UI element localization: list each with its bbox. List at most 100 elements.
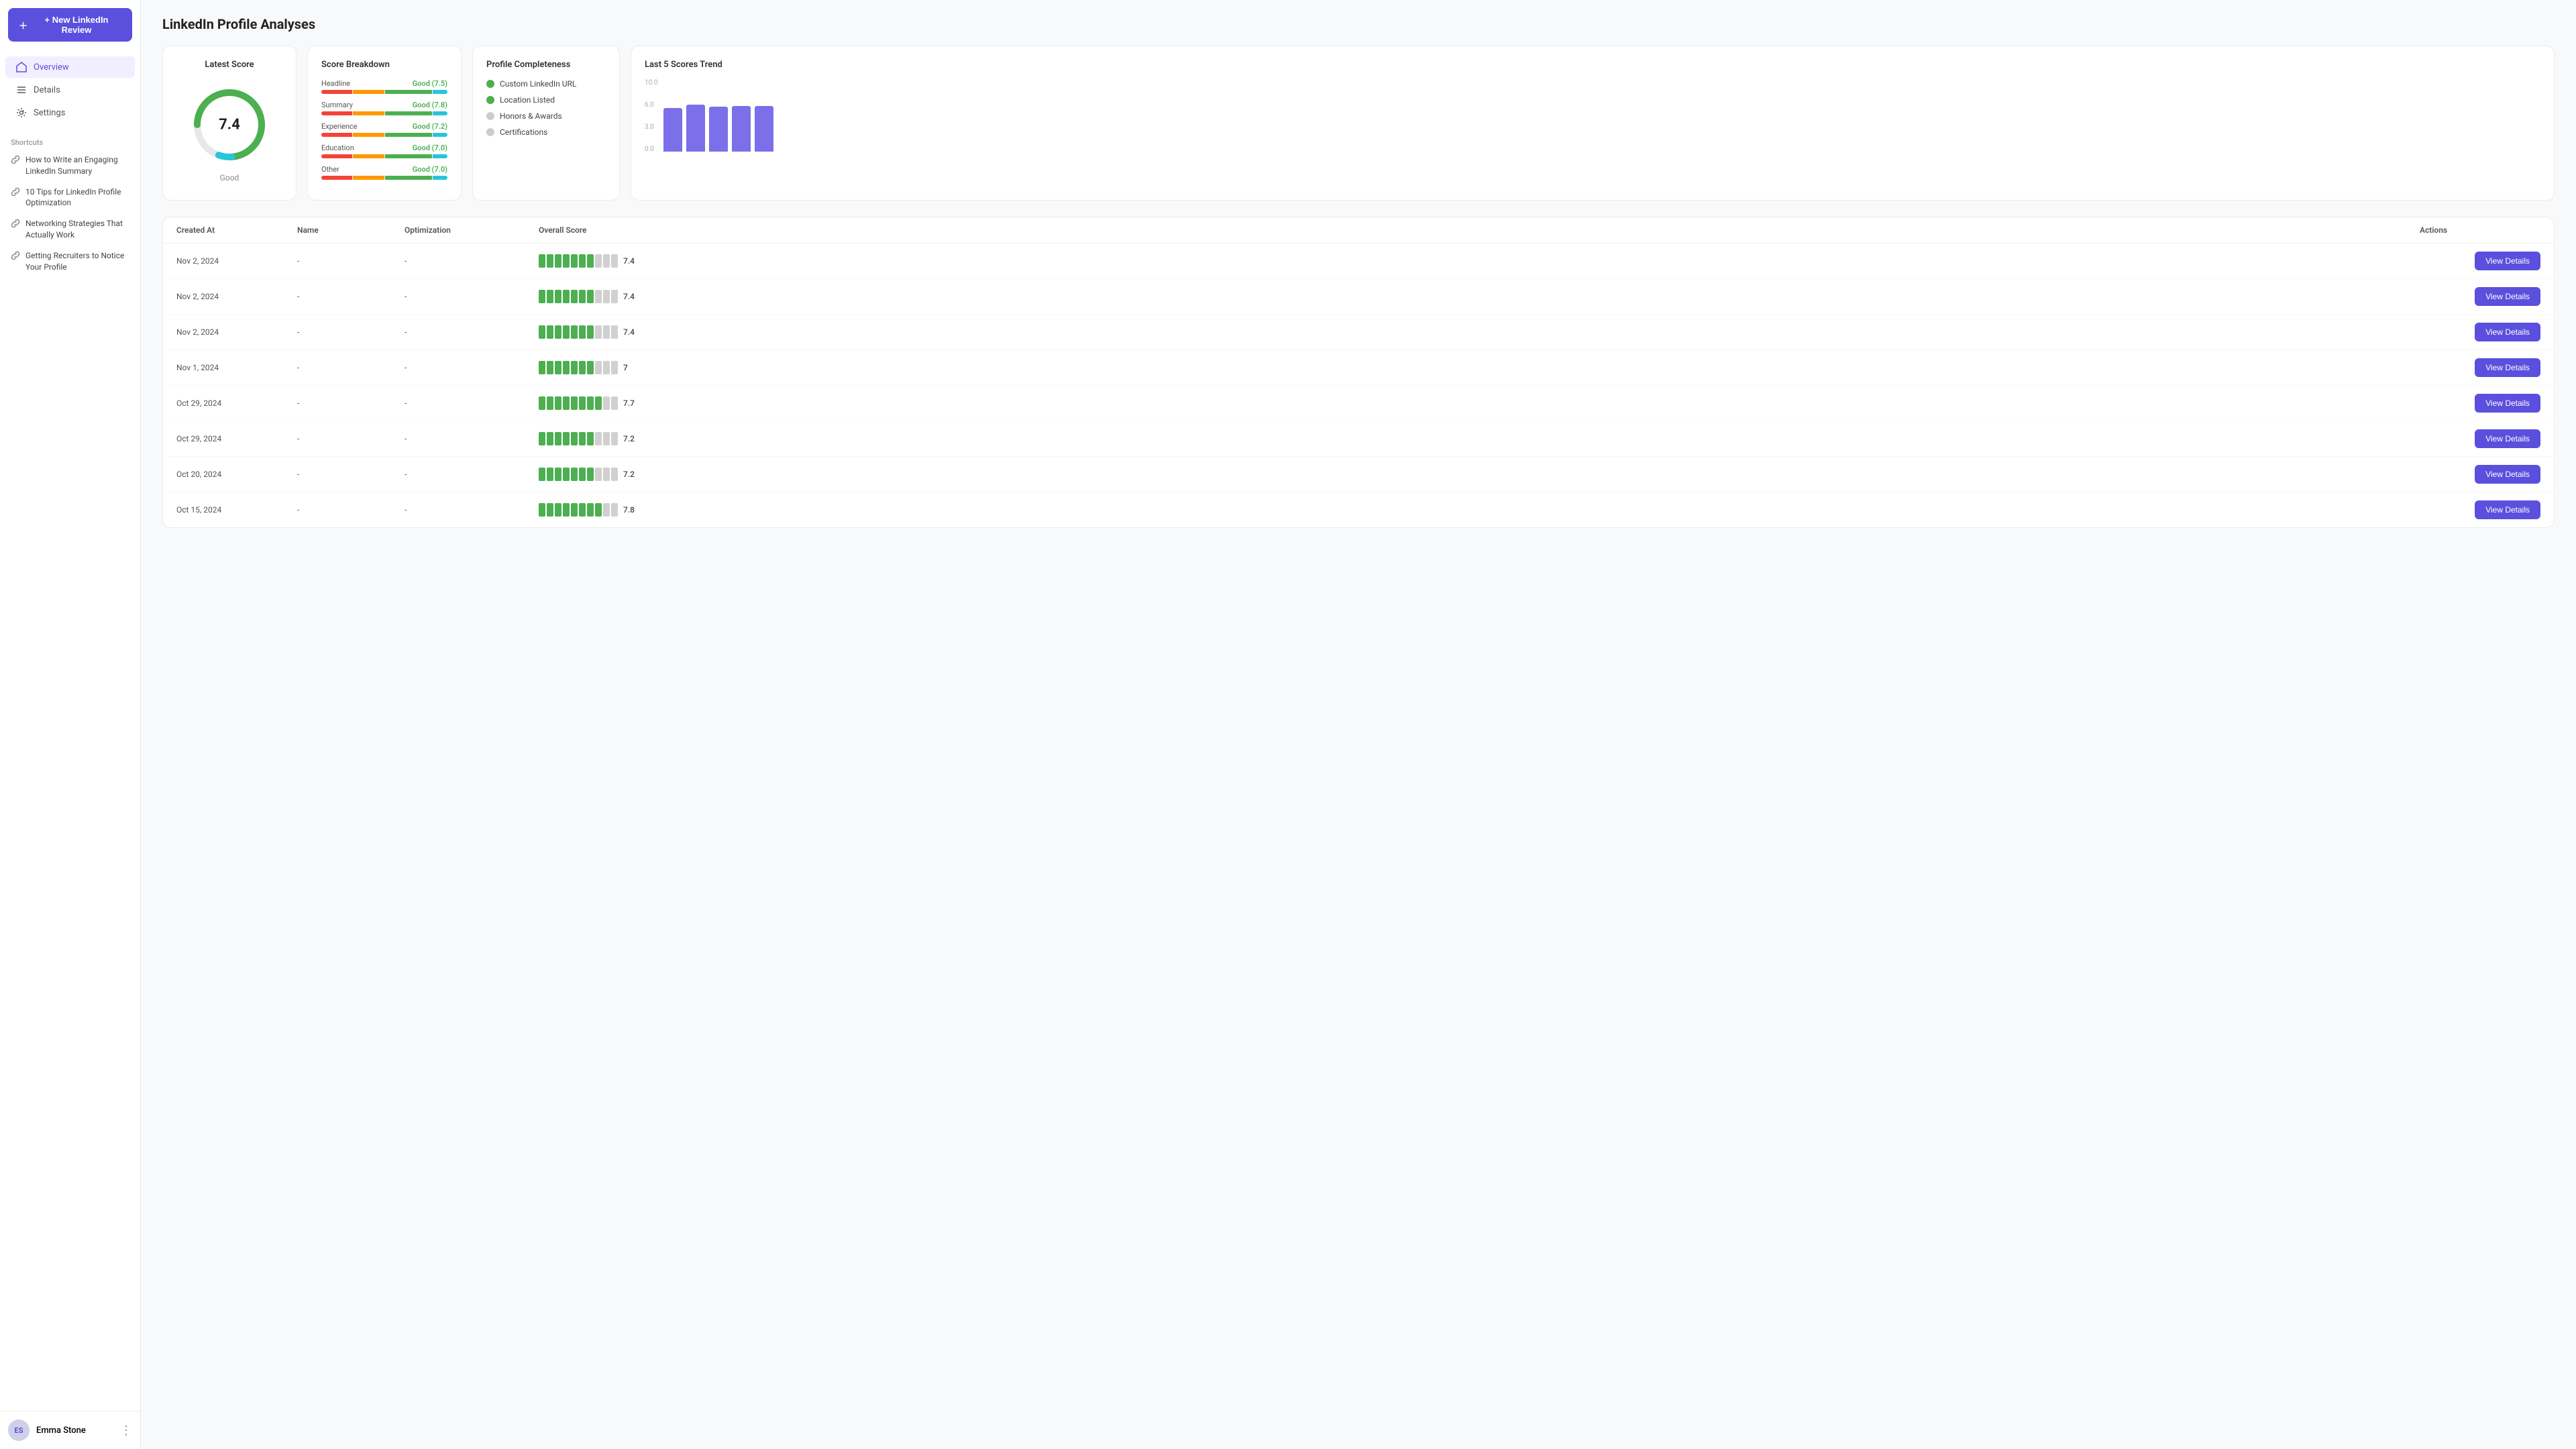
view-details-button-3[interactable]: View Details: [2475, 358, 2540, 377]
breakdown-row-3: Education Good (7.0): [321, 144, 447, 158]
breakdown-bar-0: [321, 90, 447, 94]
cell-optimization-3: -: [405, 363, 539, 372]
trend-bar-3: [732, 106, 751, 152]
cell-created-6: Oct 20, 2024: [176, 470, 297, 479]
mini-bar-3: [563, 325, 570, 339]
mini-bars-6: [539, 468, 618, 481]
score-val-5: 7.2: [623, 434, 635, 443]
completeness-label-1: Location Listed: [500, 95, 555, 105]
mini-bar-2: [555, 361, 561, 374]
score-bar-wrap-7: 7.8: [539, 503, 2420, 517]
breakdown-label-3: Education: [321, 144, 354, 152]
view-details-button-5[interactable]: View Details: [2475, 429, 2540, 448]
breakdown-score-3: Good (7.0): [413, 144, 447, 152]
breakdown-label-4: Other: [321, 165, 339, 174]
sidebar-item-settings[interactable]: Settings: [5, 102, 135, 123]
breakdown-bar-3: [321, 154, 447, 158]
mini-bar-9: [611, 254, 618, 268]
sidebar-item-label-details: Details: [34, 85, 60, 95]
cell-actions-3: View Details: [2420, 358, 2540, 377]
completeness-dot-3: [486, 128, 494, 136]
plus-icon: ＋: [19, 19, 28, 32]
shortcut-label-1: 10 Tips for LinkedIn Profile Optimizatio…: [25, 186, 129, 209]
completeness-label-0: Custom LinkedIn URL: [500, 79, 576, 89]
breakdown-bar-2: [321, 133, 447, 137]
cell-created-4: Oct 29, 2024: [176, 398, 297, 408]
mini-bar-8: [603, 254, 610, 268]
new-review-label: + New LinkedIn Review: [32, 15, 121, 35]
breakdown-score-2: Good (7.2): [413, 122, 447, 131]
trend-chart-wrap: 10.0 6.0 3.0 0.0: [645, 79, 2540, 153]
mini-bar-6: [587, 361, 594, 374]
sidebar-item-details[interactable]: Details: [5, 79, 135, 101]
mini-bars-2: [539, 325, 618, 339]
view-details-button-7[interactable]: View Details: [2475, 500, 2540, 519]
mini-bar-4: [571, 325, 578, 339]
trend-bar-0: [663, 108, 682, 152]
shortcut-item-2[interactable]: Networking Strategies That Actually Work: [0, 213, 140, 246]
mini-bar-1: [547, 468, 553, 481]
mini-bar-4: [571, 396, 578, 410]
mini-bar-4: [571, 254, 578, 268]
latest-score-card: Latest Score 7.4 Good: [162, 46, 297, 201]
new-review-button[interactable]: ＋ + New LinkedIn Review: [8, 8, 132, 42]
mini-bar-8: [603, 396, 610, 410]
sidebar-bottom: ES Emma Stone ⋮: [0, 1411, 140, 1449]
breakdown-rows: Headline Good (7.5) Summary Good (7.8) E…: [321, 79, 447, 180]
mini-bar-2: [555, 290, 561, 303]
mini-bar-6: [587, 290, 594, 303]
table-row: Oct 29, 2024 - - 7.7 View Details: [163, 386, 2554, 421]
view-details-button-0[interactable]: View Details: [2475, 252, 2540, 270]
mini-bar-7: [595, 468, 602, 481]
cell-score-0: 7.4: [539, 254, 2420, 268]
cell-score-5: 7.2: [539, 432, 2420, 445]
mini-bar-2: [555, 468, 561, 481]
user-menu-button[interactable]: ⋮: [120, 1424, 132, 1436]
shortcut-item-0[interactable]: How to Write an Engaging LinkedIn Summar…: [0, 150, 140, 182]
mini-bar-5: [579, 503, 586, 517]
table-body: Nov 2, 2024 - - 7.4 View Details Nov 2, …: [163, 244, 2554, 527]
shortcut-item-1[interactable]: 10 Tips for LinkedIn Profile Optimizatio…: [0, 182, 140, 214]
breakdown-score-1: Good (7.8): [413, 101, 447, 109]
mini-bar-1: [547, 325, 553, 339]
mini-bars-0: [539, 254, 618, 268]
mini-bar-0: [539, 254, 545, 268]
mini-bars-5: [539, 432, 618, 445]
view-details-button-6[interactable]: View Details: [2475, 465, 2540, 484]
score-bar-wrap-1: 7.4: [539, 290, 2420, 303]
cell-score-4: 7.7: [539, 396, 2420, 410]
completeness-label-2: Honors & Awards: [500, 111, 562, 121]
y-label-0: 10.0: [645, 79, 658, 87]
donut-chart: 7.4: [189, 85, 270, 165]
shortcut-label-0: How to Write an Engaging LinkedIn Summar…: [25, 154, 129, 177]
completeness-item-1: Location Listed: [486, 95, 606, 105]
mini-bar-2: [555, 325, 561, 339]
latest-score-title: Latest Score: [205, 60, 254, 70]
sidebar-item-overview[interactable]: Overview: [5, 56, 135, 78]
mini-bar-1: [547, 254, 553, 268]
bar-seg-green-3: [385, 154, 432, 158]
mini-bar-3: [563, 254, 570, 268]
cell-name-4: -: [297, 398, 405, 408]
donut-score: 7.4: [219, 117, 240, 133]
cell-actions-4: View Details: [2420, 394, 2540, 413]
bar-seg-teal-2: [433, 133, 447, 137]
bar-seg-teal-0: [433, 90, 447, 94]
mini-bar-4: [571, 290, 578, 303]
mini-bar-9: [611, 432, 618, 445]
shortcuts-label: Shortcuts: [0, 130, 140, 150]
y-label-2: 3.0: [645, 123, 658, 131]
view-details-button-4[interactable]: View Details: [2475, 394, 2540, 413]
view-details-button-1[interactable]: View Details: [2475, 287, 2540, 306]
shortcut-label-3: Getting Recruiters to Notice Your Profil…: [25, 250, 129, 273]
mini-bar-8: [603, 468, 610, 481]
table-row: Nov 2, 2024 - - 7.4 View Details: [163, 244, 2554, 279]
breakdown-label-0: Headline: [321, 79, 350, 88]
breakdown-score-4: Good (7.0): [413, 165, 447, 174]
shortcut-item-3[interactable]: Getting Recruiters to Notice Your Profil…: [0, 246, 140, 278]
cell-created-7: Oct 15, 2024: [176, 505, 297, 515]
score-bar-wrap-2: 7.4: [539, 325, 2420, 339]
cell-name-7: -: [297, 505, 405, 515]
view-details-button-2[interactable]: View Details: [2475, 323, 2540, 341]
y-label-3: 0.0: [645, 146, 658, 153]
